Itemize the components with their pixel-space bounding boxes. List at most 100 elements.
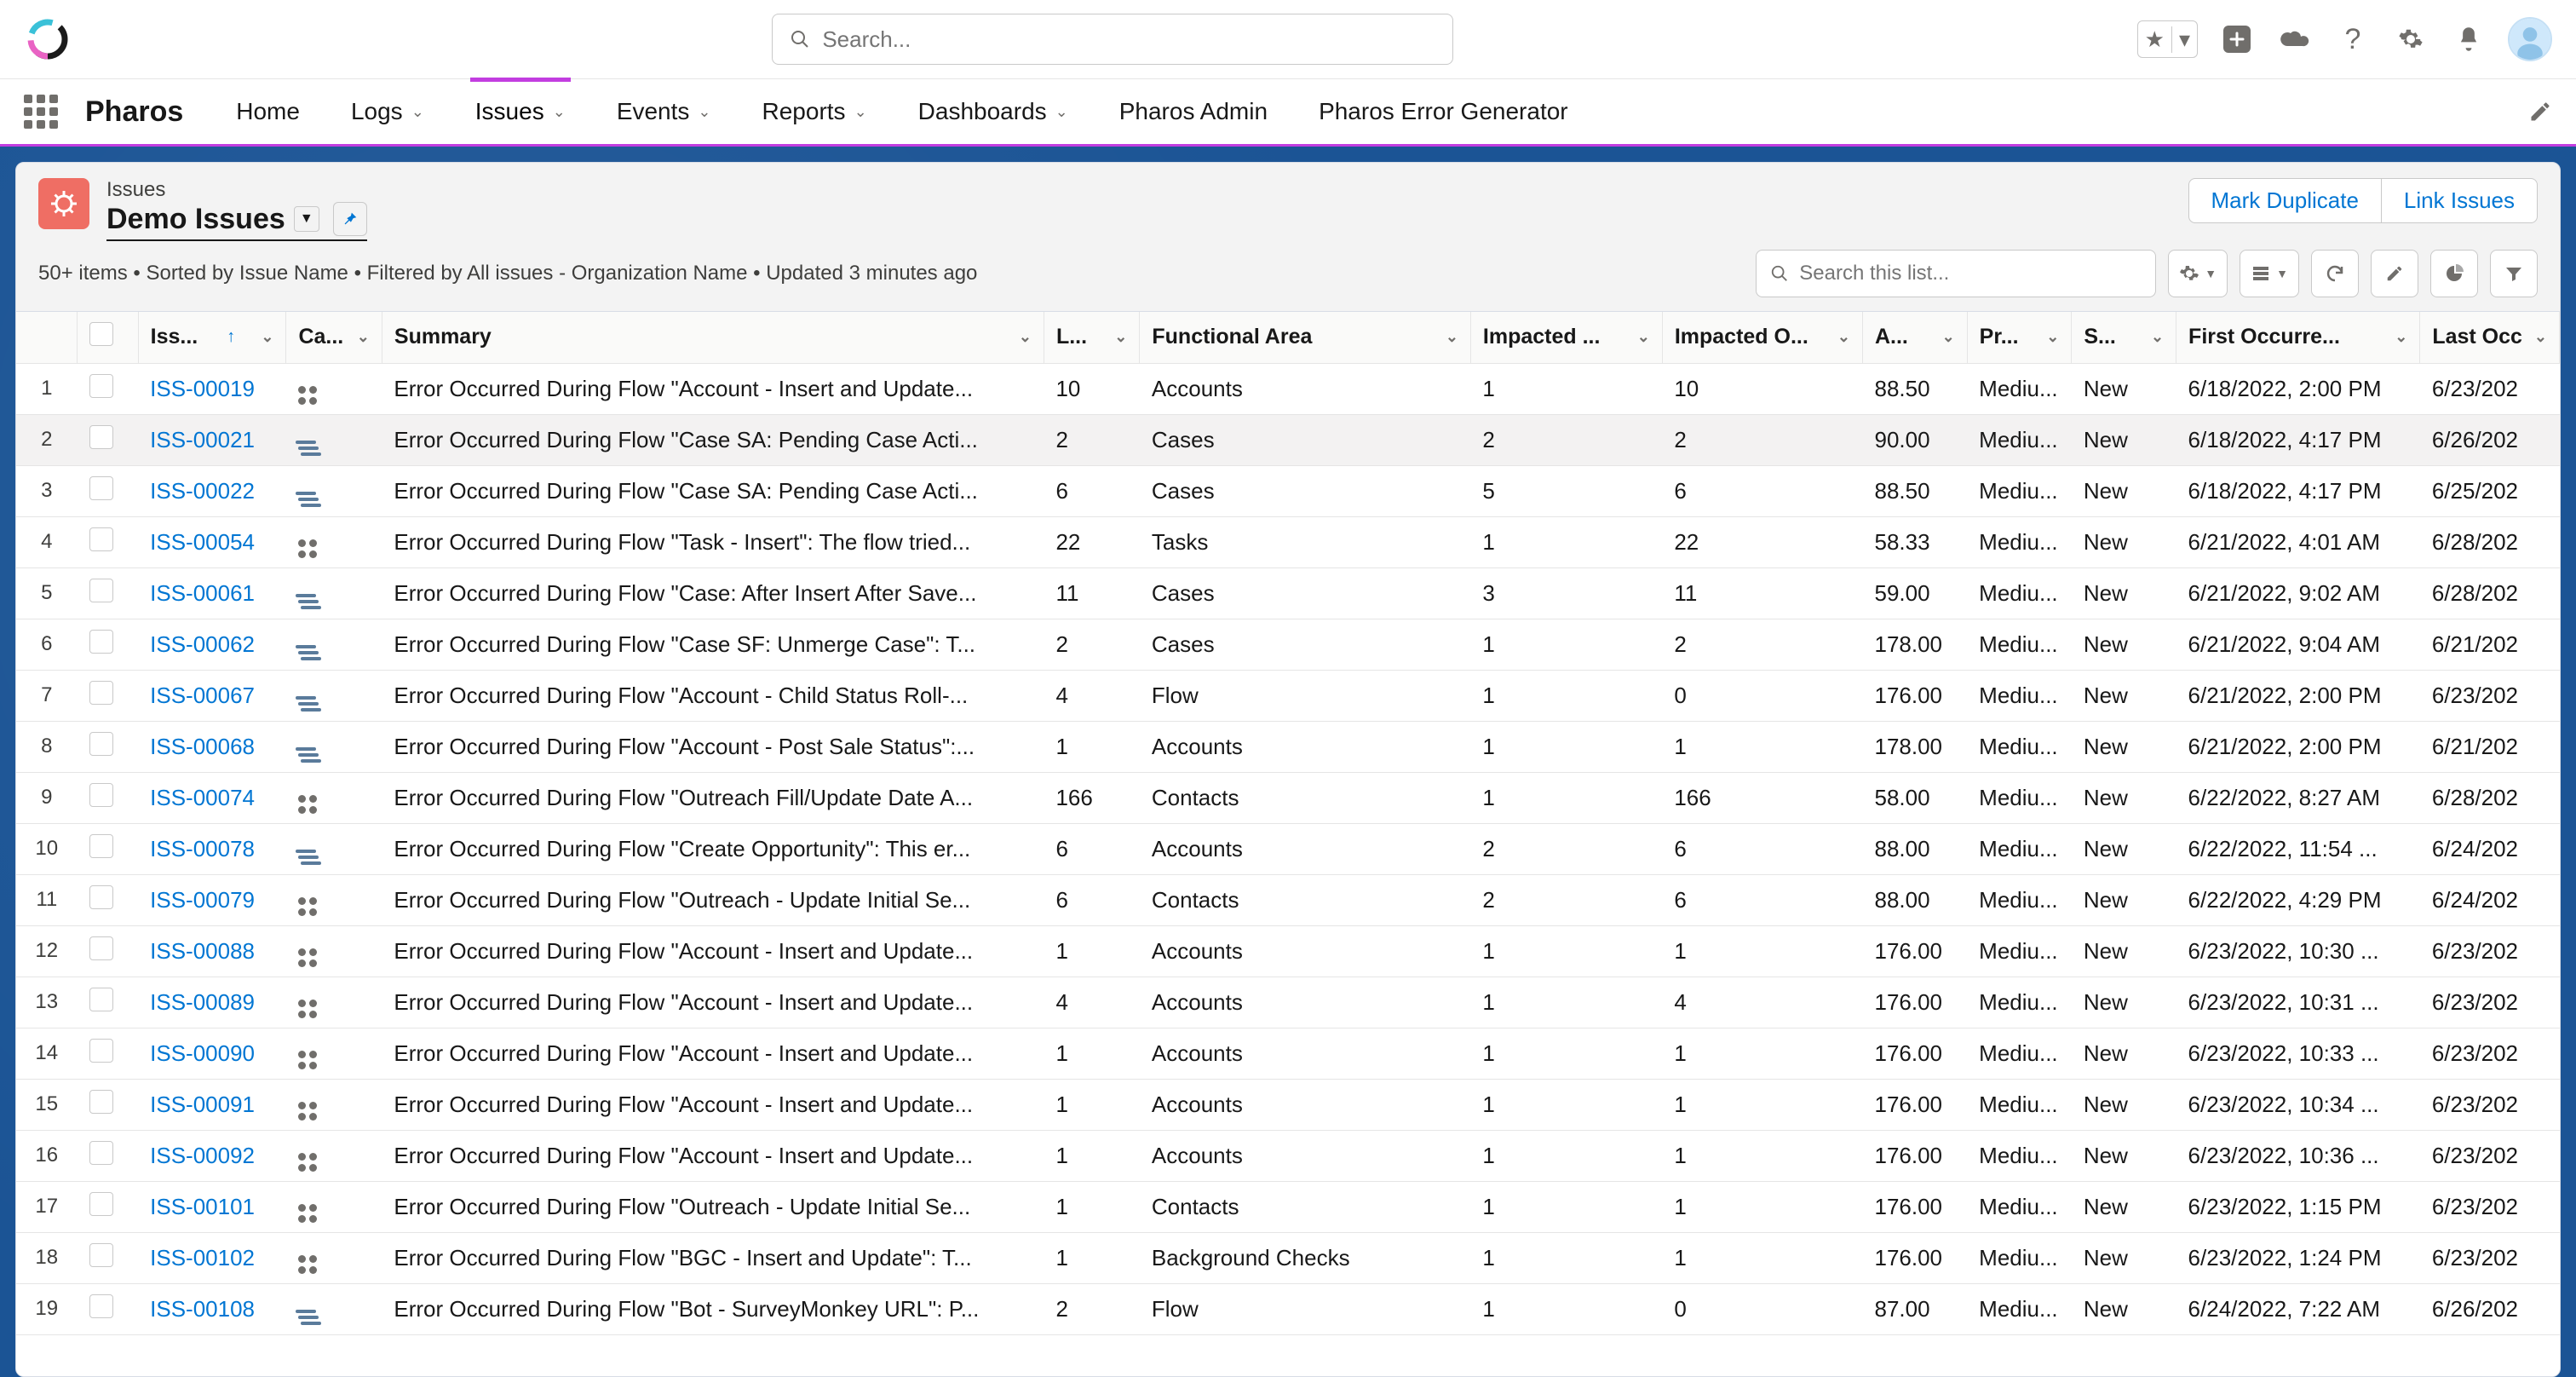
table-row[interactable]: 9ISS-00074Error Occurred During Flow "Ou… (16, 772, 2560, 823)
col-select-all[interactable] (78, 312, 139, 363)
table-row[interactable]: 13ISS-00089Error Occurred During Flow "A… (16, 977, 2560, 1028)
global-search[interactable] (772, 14, 1453, 65)
chevron-down-icon[interactable]: ⌄ (854, 103, 867, 121)
inline-edit-pencil-icon[interactable] (2371, 250, 2418, 297)
nav-item-reports[interactable]: Reports⌄ (757, 79, 872, 144)
refresh-icon[interactable] (2311, 250, 2359, 297)
issue-name-cell[interactable]: ISS-00091 (138, 1079, 286, 1130)
notifications-bell-icon[interactable] (2450, 20, 2487, 58)
issue-name-cell[interactable]: ISS-00078 (138, 823, 286, 874)
global-search-input[interactable] (822, 26, 1435, 53)
table-row[interactable]: 8ISS-00068Error Occurred During Flow "Ac… (16, 721, 2560, 772)
setup-gear-icon[interactable] (2392, 20, 2429, 58)
issue-name-cell[interactable]: ISS-00061 (138, 568, 286, 619)
link-issues-button[interactable]: Link Issues (2381, 178, 2538, 223)
table-row[interactable]: 14ISS-00090Error Occurred During Flow "A… (16, 1028, 2560, 1079)
column-header[interactable]: Pr...⌄ (1967, 312, 2072, 363)
column-menu-chevron-icon[interactable]: ⌄ (2534, 328, 2547, 346)
issue-name-cell[interactable]: ISS-00022 (138, 465, 286, 516)
column-header[interactable]: First Occurre...⌄ (2176, 312, 2420, 363)
column-header[interactable]: S...⌄ (2072, 312, 2176, 363)
list-view-dropdown-icon[interactable]: ▼ (294, 206, 319, 232)
column-menu-chevron-icon[interactable]: ⌄ (1114, 328, 1127, 346)
table-row[interactable]: 1ISS-00019Error Occurred During Flow "Ac… (16, 363, 2560, 414)
column-header[interactable]: Iss...↑⌄ (138, 312, 286, 363)
issue-name-cell[interactable]: ISS-00074 (138, 772, 286, 823)
column-menu-chevron-icon[interactable]: ⌄ (1446, 328, 1458, 346)
nav-item-pharos-admin[interactable]: Pharos Admin (1114, 79, 1273, 144)
issue-name-cell[interactable]: ISS-00101 (138, 1181, 286, 1232)
row-checkbox[interactable] (78, 414, 139, 465)
row-checkbox[interactable] (78, 1232, 139, 1283)
row-checkbox[interactable] (78, 823, 139, 874)
row-checkbox[interactable] (78, 1181, 139, 1232)
list-search-input[interactable] (1799, 262, 2142, 285)
filter-icon[interactable] (2490, 250, 2538, 297)
issue-name-cell[interactable]: ISS-00090 (138, 1028, 286, 1079)
issue-name-cell[interactable]: ISS-00068 (138, 721, 286, 772)
table-row[interactable]: 5ISS-00061Error Occurred During Flow "Ca… (16, 568, 2560, 619)
column-header[interactable]: Last Occ⌄ (2420, 312, 2560, 363)
nav-item-logs[interactable]: Logs⌄ (346, 79, 429, 144)
row-checkbox[interactable] (78, 721, 139, 772)
row-checkbox[interactable] (78, 772, 139, 823)
display-as-table-icon[interactable]: ▼ (2240, 250, 2299, 297)
pin-icon[interactable] (333, 202, 367, 236)
row-checkbox[interactable] (78, 516, 139, 568)
nav-item-pharos-error-generator[interactable]: Pharos Error Generator (1314, 79, 1573, 144)
table-row[interactable]: 11ISS-00079Error Occurred During Flow "O… (16, 874, 2560, 925)
issue-name-cell[interactable]: ISS-00089 (138, 977, 286, 1028)
issue-name-cell[interactable]: ISS-00054 (138, 516, 286, 568)
issue-name-cell[interactable]: ISS-00088 (138, 925, 286, 977)
help-icon[interactable]: ? (2334, 20, 2372, 58)
row-checkbox[interactable] (78, 1283, 139, 1334)
column-header[interactable]: Impacted O...⌄ (1662, 312, 1862, 363)
table-row[interactable]: 4ISS-00054Error Occurred During Flow "Ta… (16, 516, 2560, 568)
row-checkbox[interactable] (78, 977, 139, 1028)
column-header[interactable]: L...⌄ (1044, 312, 1139, 363)
issue-name-cell[interactable]: ISS-00102 (138, 1232, 286, 1283)
column-menu-chevron-icon[interactable]: ⌄ (2046, 328, 2059, 346)
edit-nav-pencil-icon[interactable] (2528, 100, 2552, 124)
app-logo[interactable] (24, 15, 72, 63)
row-checkbox[interactable] (78, 465, 139, 516)
issue-name-cell[interactable]: ISS-00019 (138, 363, 286, 414)
table-row[interactable]: 18ISS-00102Error Occurred During Flow "B… (16, 1232, 2560, 1283)
table-row[interactable]: 7ISS-00067Error Occurred During Flow "Ac… (16, 670, 2560, 721)
row-checkbox[interactable] (78, 1130, 139, 1181)
column-header[interactable]: Impacted ...⌄ (1470, 312, 1662, 363)
chevron-down-icon[interactable]: ⌄ (1055, 103, 1068, 121)
nav-item-issues[interactable]: Issues⌄ (470, 78, 571, 142)
nav-item-dashboards[interactable]: Dashboards⌄ (913, 79, 1073, 144)
mark-duplicate-button[interactable]: Mark Duplicate (2188, 178, 2382, 223)
issue-name-cell[interactable]: ISS-00108 (138, 1283, 286, 1334)
column-menu-chevron-icon[interactable]: ⌄ (261, 328, 273, 346)
issue-name-cell[interactable]: ISS-00079 (138, 874, 286, 925)
row-checkbox[interactable] (78, 1079, 139, 1130)
app-launcher-icon[interactable] (24, 95, 58, 129)
column-header[interactable]: Ca...⌄ (286, 312, 382, 363)
table-row[interactable]: 10ISS-00078Error Occurred During Flow "C… (16, 823, 2560, 874)
user-avatar[interactable] (2508, 17, 2552, 61)
row-checkbox[interactable] (78, 568, 139, 619)
row-checkbox[interactable] (78, 925, 139, 977)
table-row[interactable]: 16ISS-00092Error Occurred During Flow "A… (16, 1130, 2560, 1181)
list-settings-gear-icon[interactable]: ▼ (2168, 250, 2228, 297)
nav-item-events[interactable]: Events⌄ (612, 79, 716, 144)
issue-name-cell[interactable]: ISS-00021 (138, 414, 286, 465)
table-row[interactable]: 15ISS-00091Error Occurred During Flow "A… (16, 1079, 2560, 1130)
row-checkbox[interactable] (78, 670, 139, 721)
column-header[interactable]: Functional Area⌄ (1140, 312, 1471, 363)
row-checkbox[interactable] (78, 874, 139, 925)
issue-name-cell[interactable]: ISS-00062 (138, 619, 286, 670)
row-checkbox[interactable] (78, 619, 139, 670)
table-row[interactable]: 17ISS-00101Error Occurred During Flow "O… (16, 1181, 2560, 1232)
column-header[interactable]: Summary⌄ (382, 312, 1044, 363)
table-row[interactable]: 19ISS-00108Error Occurred During Flow "B… (16, 1283, 2560, 1334)
table-row[interactable]: 6ISS-00062Error Occurred During Flow "Ca… (16, 619, 2560, 670)
row-checkbox[interactable] (78, 363, 139, 414)
chevron-down-icon[interactable]: ⌄ (553, 103, 566, 121)
add-icon[interactable] (2218, 20, 2256, 58)
column-menu-chevron-icon[interactable]: ⌄ (1837, 328, 1850, 346)
list-search[interactable] (1756, 250, 2156, 297)
